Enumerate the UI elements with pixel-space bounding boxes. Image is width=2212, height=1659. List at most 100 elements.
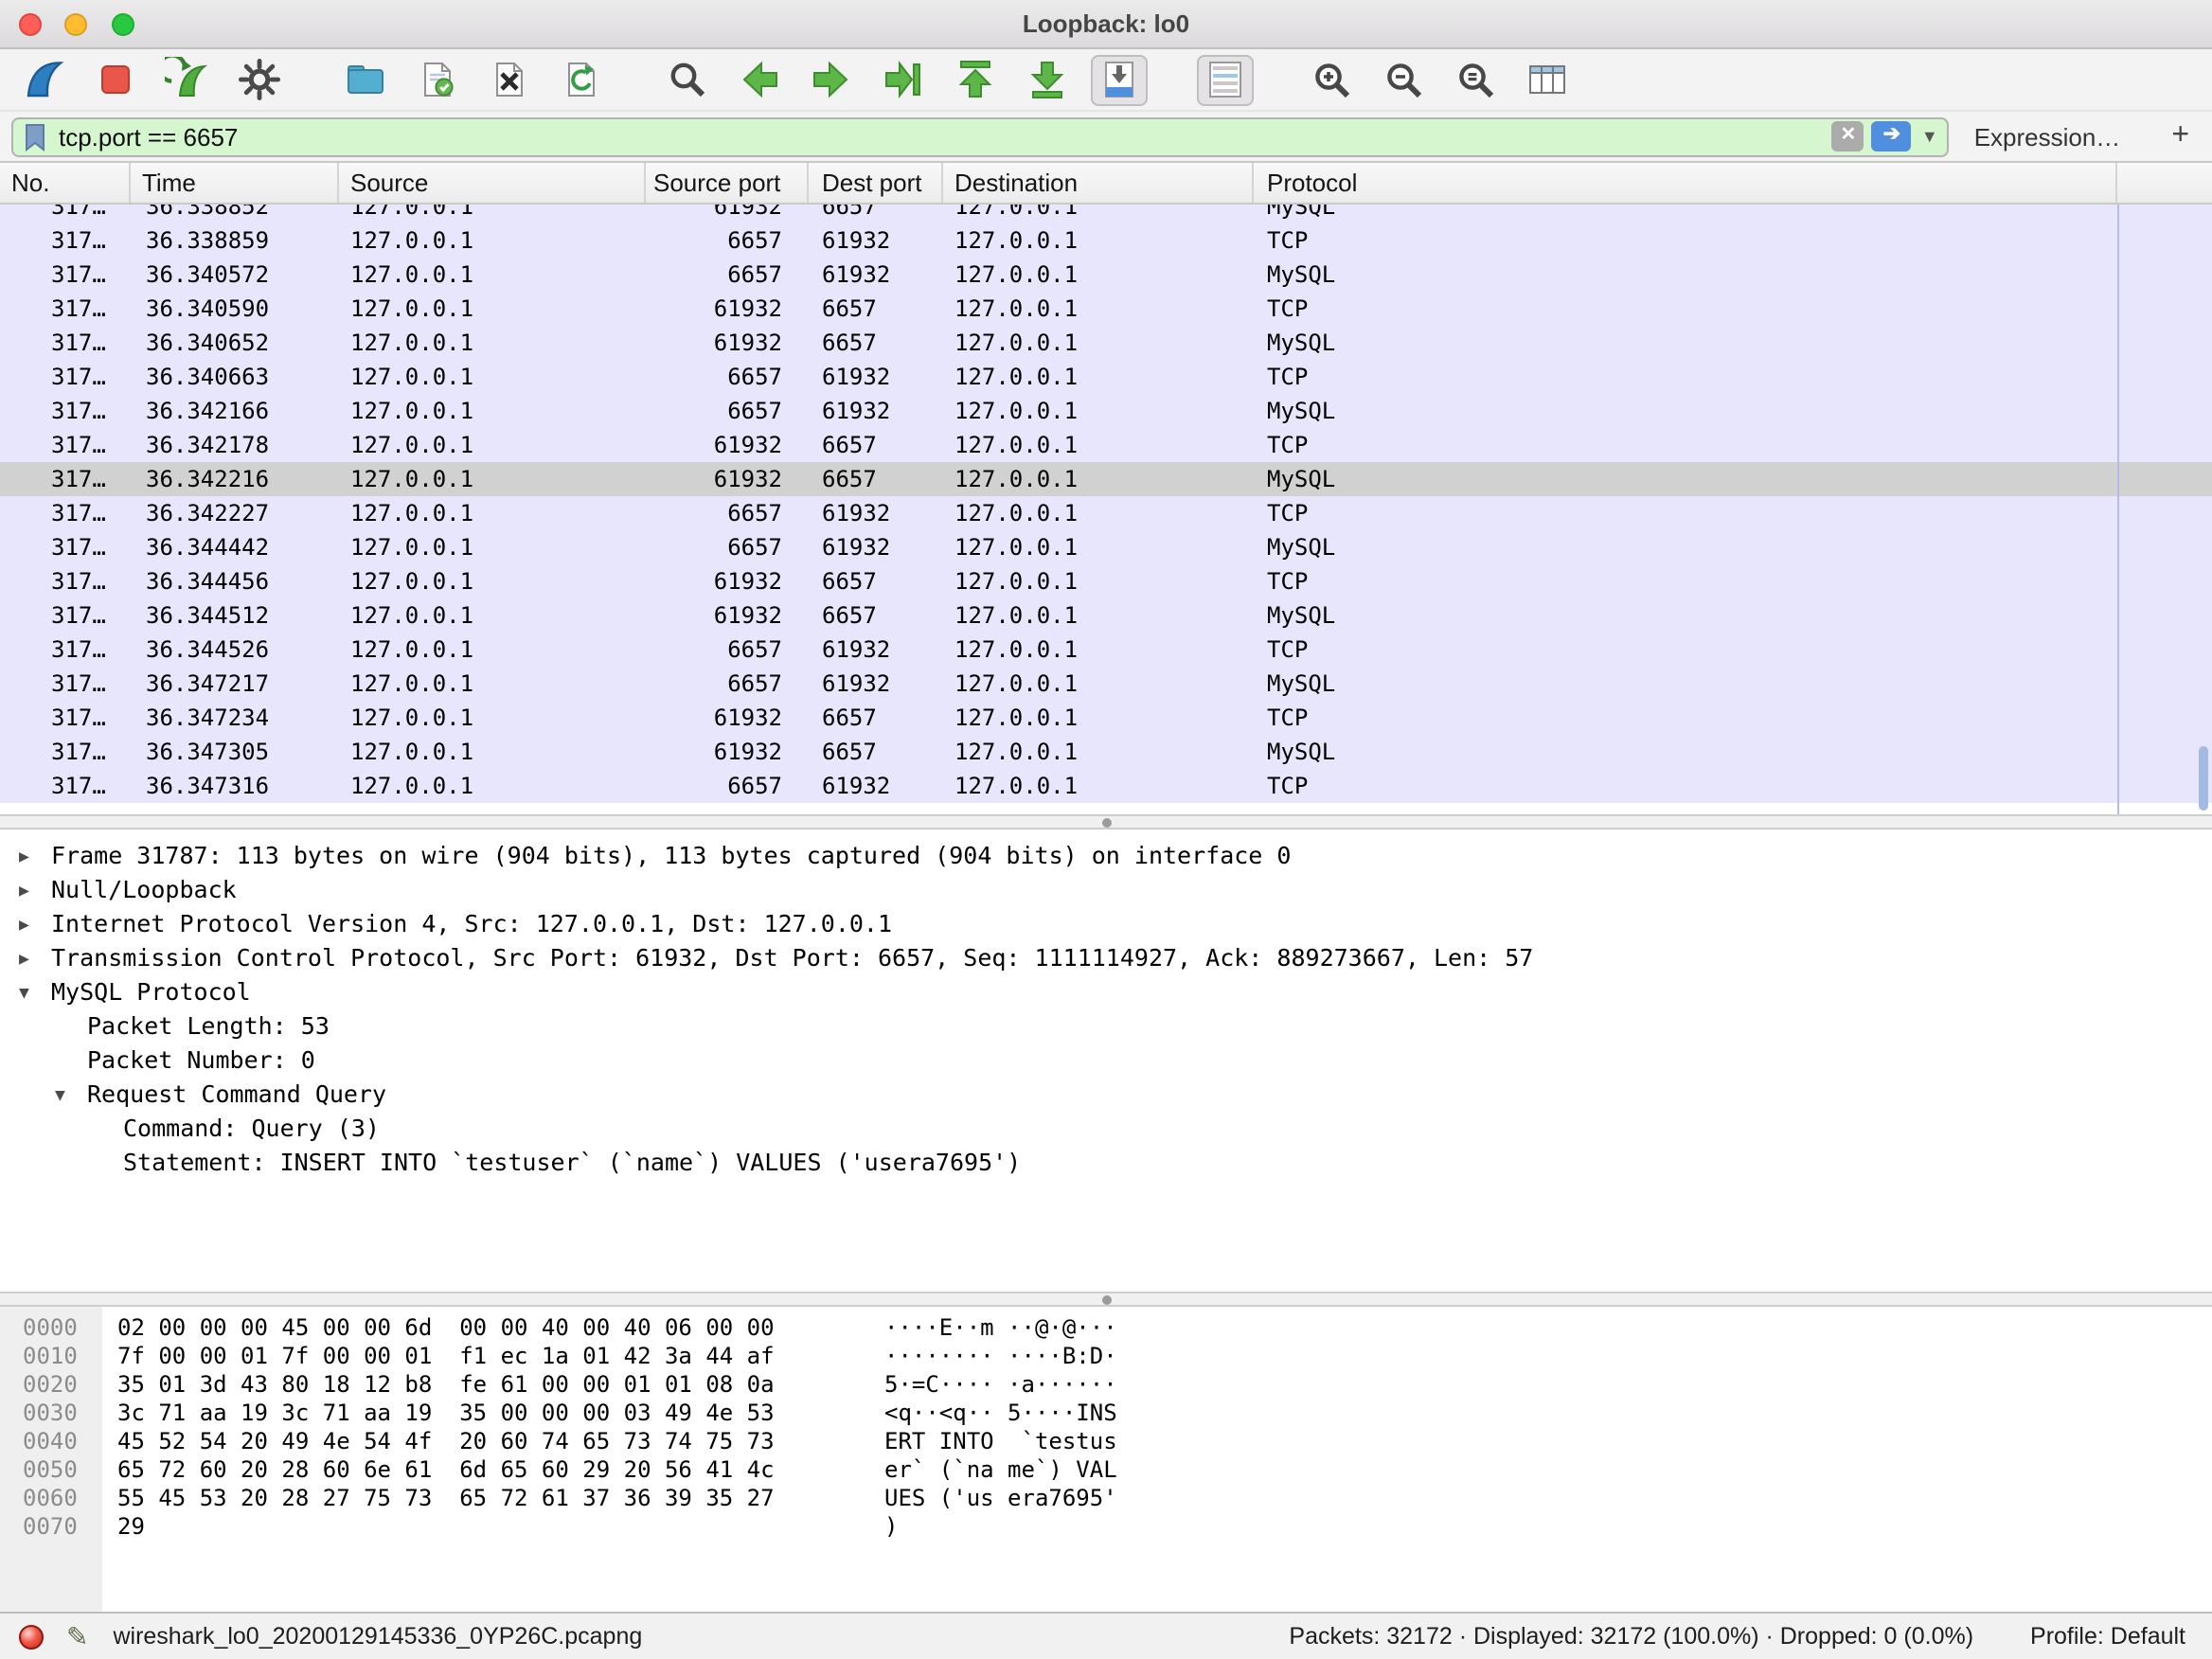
hex-ascii[interactable]: ········ ····B:D· <box>884 1343 1117 1371</box>
go-first-packet-button[interactable] <box>947 54 1004 105</box>
edit-comment-icon[interactable]: ✎ <box>66 1620 88 1652</box>
detail-line[interactable]: Command: Query (3) <box>0 1112 2212 1146</box>
detail-line[interactable]: Packet Length: 53 <box>0 1009 2212 1044</box>
column-header-src-port[interactable]: Source port <box>646 163 809 203</box>
reload-capture-file-button[interactable] <box>553 54 610 105</box>
expand-right-icon[interactable]: ▶ <box>19 909 51 941</box>
detail-line[interactable]: ▶Transmission Control Protocol, Src Port… <box>0 941 2212 975</box>
packet-row[interactable]: 317…36.340590127.0.0.1619326657127.0.0.1… <box>0 292 2212 326</box>
hex-row[interactable]: 00303c 71 aa 19 3c 71 aa 19 35 00 00 00 … <box>0 1400 2212 1428</box>
hex-row[interactable]: 006055 45 53 20 28 27 75 73 65 72 61 37 … <box>0 1485 2212 1513</box>
capture-restart-button[interactable] <box>159 54 216 105</box>
packet-row[interactable]: 317…36.342178127.0.0.1619326657127.0.0.1… <box>0 428 2212 462</box>
expand-down-icon[interactable]: ▼ <box>19 977 51 1009</box>
detail-line[interactable]: Statement: INSERT INTO `testuser` (`name… <box>0 1146 2212 1180</box>
expression-button[interactable]: Expression… <box>1974 122 2121 151</box>
filter-apply-button[interactable]: ➔ <box>1872 121 1912 152</box>
filter-bookmark-icon[interactable] <box>23 122 47 151</box>
packet-row[interactable]: 317…36.340663127.0.0.1665761932127.0.0.1… <box>0 360 2212 394</box>
pane-splitter-lower[interactable] <box>0 1292 2212 1307</box>
filter-dropdown-chevron-icon[interactable]: ▼ <box>1921 127 1938 146</box>
hex-bytes[interactable]: 65 72 60 20 28 60 6e 61 6d 65 60 29 20 5… <box>102 1456 884 1485</box>
packet-row[interactable]: 317…36.342227127.0.0.1665761932127.0.0.1… <box>0 496 2212 530</box>
detail-line[interactable]: ▼Request Command Query <box>0 1078 2212 1112</box>
column-header-protocol[interactable]: Protocol <box>1254 163 2117 203</box>
hex-row[interactable]: 00107f 00 00 01 7f 00 00 01 f1 ec 1a 01 … <box>0 1343 2212 1371</box>
packet-row[interactable]: 317…36.347305127.0.0.1619326657127.0.0.1… <box>0 735 2212 769</box>
zoom-window-button[interactable] <box>112 13 134 36</box>
hex-ascii[interactable]: ····E··m ··@·@··· <box>884 1314 1117 1343</box>
packet-row[interactable]: 317…36.340572127.0.0.1665761932127.0.0.1… <box>0 258 2212 292</box>
go-forward-button[interactable] <box>803 54 860 105</box>
packet-row[interactable]: 317…36.344456127.0.0.1619326657127.0.0.1… <box>0 564 2212 598</box>
packet-row[interactable]: 317…36.344512127.0.0.1619326657127.0.0.1… <box>0 598 2212 633</box>
go-last-packet-button[interactable] <box>1019 54 1076 105</box>
column-header-time[interactable]: Time <box>131 163 339 203</box>
hex-bytes[interactable]: 35 01 3d 43 80 18 12 b8 fe 61 00 00 01 0… <box>102 1371 884 1400</box>
column-header-no[interactable]: No. <box>0 163 131 203</box>
filter-query-text[interactable]: tcp.port == 6657 <box>59 122 1832 151</box>
expand-right-icon[interactable]: ▶ <box>19 943 51 975</box>
zoom-out-button[interactable] <box>1375 54 1432 105</box>
hex-ascii[interactable]: ERT INTO `testus <box>884 1428 1117 1456</box>
go-back-button[interactable] <box>731 54 788 105</box>
expert-info-icon[interactable] <box>19 1624 44 1649</box>
packet-row[interactable]: 317…36.347234127.0.0.1619326657127.0.0.1… <box>0 701 2212 735</box>
detail-line[interactable]: ▶Null/Loopback <box>0 873 2212 907</box>
add-filter-button[interactable]: + <box>2171 119 2189 153</box>
find-packet-button[interactable] <box>659 54 716 105</box>
capture-start-button[interactable] <box>15 54 72 105</box>
packet-row[interactable]: 317…36.347316127.0.0.1665761932127.0.0.1… <box>0 769 2212 803</box>
close-window-button[interactable] <box>19 13 42 36</box>
detail-line[interactable]: Packet Number: 0 <box>0 1044 2212 1078</box>
close-capture-file-button[interactable] <box>481 54 538 105</box>
packet-row[interactable]: 317…36.338852127.0.0.1619326657127.0.0.1… <box>0 205 2212 223</box>
hex-bytes[interactable]: 29 <box>102 1513 884 1542</box>
detail-line[interactable]: ▼MySQL Protocol <box>0 975 2212 1009</box>
expand-right-icon[interactable]: ▶ <box>19 841 51 873</box>
hex-bytes[interactable]: 7f 00 00 01 7f 00 00 01 f1 ec 1a 01 42 3… <box>102 1343 884 1371</box>
capture-stop-button[interactable] <box>87 54 144 105</box>
column-header-dst-port[interactable]: Dest port <box>809 163 943 203</box>
hex-ascii[interactable]: <q··<q·· 5····INS <box>884 1400 1117 1428</box>
go-to-packet-button[interactable] <box>875 54 932 105</box>
packet-list-scrollbar-thumb[interactable] <box>2199 746 2208 811</box>
pane-splitter-upper[interactable] <box>0 814 2212 830</box>
expand-right-icon[interactable]: ▶ <box>19 875 51 907</box>
hex-ascii[interactable]: 5·=C···· ·a······ <box>884 1371 1117 1400</box>
packet-row[interactable]: 317…36.344442127.0.0.1665761932127.0.0.1… <box>0 530 2212 564</box>
minimize-window-button[interactable] <box>65 13 88 36</box>
packet-row[interactable]: 317…36.344526127.0.0.1665761932127.0.0.1… <box>0 633 2212 667</box>
zoom-in-button[interactable] <box>1303 54 1360 105</box>
capture-options-button[interactable] <box>231 54 288 105</box>
hex-bytes[interactable]: 02 00 00 00 45 00 00 6d 00 00 40 00 40 0… <box>102 1314 884 1343</box>
save-capture-file-button[interactable] <box>409 54 466 105</box>
expand-down-icon[interactable]: ▼ <box>55 1079 87 1112</box>
filter-clear-button[interactable]: ✕ <box>1832 121 1864 152</box>
hex-row[interactable]: 000002 00 00 00 45 00 00 6d 00 00 40 00 … <box>0 1314 2212 1343</box>
hex-ascii[interactable]: UES ('us era7695' <box>884 1485 1117 1513</box>
hex-ascii[interactable]: er` (`na me`) VAL <box>884 1456 1117 1485</box>
auto-scroll-button[interactable] <box>1091 54 1148 105</box>
display-filter-input[interactable]: tcp.port == 6657 ✕ ➔ ▼ <box>11 116 1950 156</box>
detail-line[interactable]: ▶Frame 31787: 113 bytes on wire (904 bit… <box>0 839 2212 873</box>
hex-bytes[interactable]: 55 45 53 20 28 27 75 73 65 72 61 37 36 3… <box>102 1485 884 1513</box>
open-capture-file-button[interactable] <box>337 54 394 105</box>
column-header-destination[interactable]: Destination <box>943 163 1254 203</box>
packet-row[interactable]: 317…36.347217127.0.0.1665761932127.0.0.1… <box>0 667 2212 701</box>
packet-row[interactable]: 317…36.342216127.0.0.1619326657127.0.0.1… <box>0 462 2212 496</box>
packet-row[interactable]: 317…36.338859127.0.0.1665761932127.0.0.1… <box>0 223 2212 258</box>
hex-ascii[interactable]: ) <box>884 1513 898 1542</box>
packet-row[interactable]: 317…36.342166127.0.0.1665761932127.0.0.1… <box>0 394 2212 428</box>
column-header-source[interactable]: Source <box>339 163 646 203</box>
hex-row[interactable]: 007029) <box>0 1513 2212 1542</box>
hex-row[interactable]: 002035 01 3d 43 80 18 12 b8 fe 61 00 00 … <box>0 1371 2212 1400</box>
hex-bytes[interactable]: 45 52 54 20 49 4e 54 4f 20 60 74 65 73 7… <box>102 1428 884 1456</box>
hex-row[interactable]: 005065 72 60 20 28 60 6e 61 6d 65 60 29 … <box>0 1456 2212 1485</box>
zoom-original-button[interactable] <box>1447 54 1504 105</box>
colorize-button[interactable] <box>1197 54 1254 105</box>
packet-row[interactable]: 317…36.340652127.0.0.1619326657127.0.0.1… <box>0 326 2212 360</box>
resize-columns-button[interactable] <box>1519 54 1576 105</box>
profile-label[interactable]: Profile: Default <box>2030 1623 2185 1650</box>
hex-bytes[interactable]: 3c 71 aa 19 3c 71 aa 19 35 00 00 00 03 4… <box>102 1400 884 1428</box>
